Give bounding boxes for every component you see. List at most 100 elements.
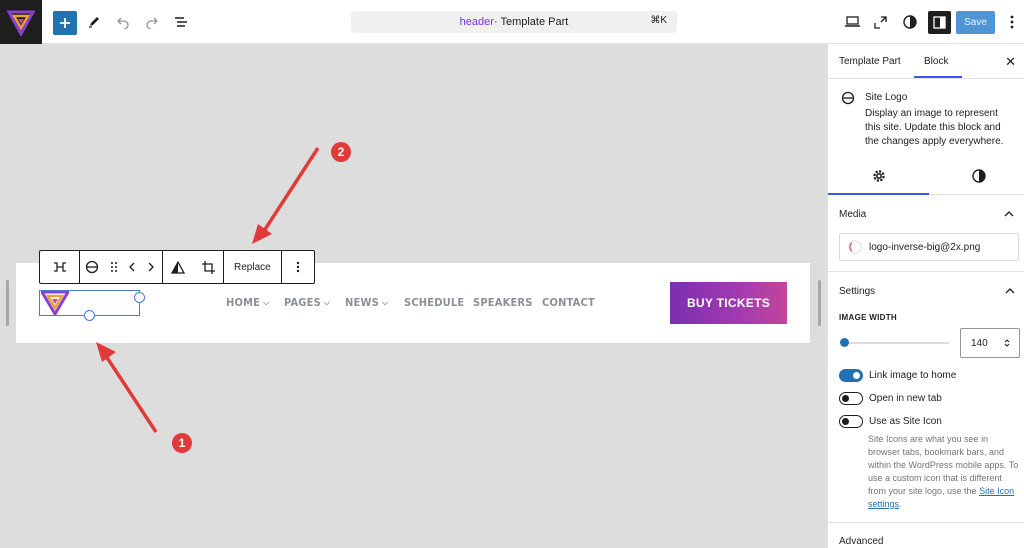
nav-item-label: NEWS: [345, 296, 379, 309]
replace-button[interactable]: Replace: [224, 251, 281, 283]
nav-item-label: HOME: [226, 296, 261, 309]
duotone-icon: [171, 260, 185, 274]
document-overview-button[interactable]: [169, 10, 193, 34]
undo-icon: [117, 17, 129, 29]
list-view-icon: [175, 17, 187, 27]
stepper-arrows-icon[interactable]: [1004, 338, 1010, 348]
pencil-icon: [89, 17, 99, 28]
toggle-knob: [842, 418, 849, 425]
image-width-slider-thumb[interactable]: [840, 338, 849, 347]
nav-item-label: SCHEDULE: [404, 296, 465, 309]
crop-button[interactable]: [193, 251, 223, 283]
canvas-resize-handle-right[interactable]: [818, 280, 821, 326]
contrast-icon: [903, 15, 917, 29]
editor-top-bar: header · Template Part ⌘K Save: [0, 0, 1024, 44]
image-width-value: 140: [971, 337, 988, 349]
logo-resize-handle-bottom[interactable]: [84, 310, 95, 321]
move-right-button[interactable]: [140, 251, 162, 283]
tab-template-part[interactable]: Template Part: [839, 56, 901, 67]
nav-item-news[interactable]: NEWS ⌵: [345, 296, 388, 309]
site-logo-icon: [7, 10, 35, 36]
buy-tickets-button[interactable]: BUY TICKETS: [670, 282, 787, 324]
arrow-1-head: [96, 342, 116, 362]
crop-icon: [201, 260, 215, 274]
advanced-panel-header[interactable]: Advanced: [828, 522, 1024, 548]
nav-item-home[interactable]: HOME ⌵: [226, 296, 269, 309]
drag-icon: [111, 262, 117, 272]
media-panel-title: Media: [839, 209, 867, 220]
link-to-home-toggle[interactable]: [839, 369, 863, 382]
tab-block[interactable]: Block: [924, 56, 948, 67]
image-width-slider-track[interactable]: [841, 342, 949, 344]
sidebar-icon: [933, 16, 946, 29]
use-as-site-icon-toggle[interactable]: [839, 415, 863, 428]
arrow-1: [104, 355, 158, 433]
site-logo-home-button[interactable]: [0, 0, 42, 44]
block-inspector-tabs: [828, 159, 1024, 195]
plus-icon: [60, 18, 70, 28]
nav-item-contact[interactable]: CONTACT: [542, 296, 595, 309]
settings-panel-header[interactable]: Settings: [828, 271, 1024, 311]
toolbar-group-block: [80, 251, 163, 283]
contrast-icon[interactable]: [972, 169, 986, 183]
block-options-button[interactable]: [282, 251, 314, 283]
block-type-button[interactable]: [80, 251, 104, 283]
command-shortcut: ⌘K: [650, 15, 667, 26]
save-button[interactable]: Save: [956, 11, 995, 34]
tools-button[interactable]: [82, 10, 106, 34]
media-file-button[interactable]: logo-inverse-big@2x.png: [839, 233, 1019, 261]
parent-block-icon: [53, 262, 66, 272]
nav-item-pages[interactable]: PAGES ⌵: [284, 296, 330, 309]
more-vertical-icon: [1010, 15, 1014, 29]
link-to-home-label: Link image to home: [869, 370, 957, 381]
drag-handle[interactable]: [104, 251, 124, 283]
active-tab-indicator: [914, 76, 962, 78]
device-preview-button[interactable]: [840, 10, 864, 34]
use-as-site-icon-label: Use as Site Icon: [869, 416, 942, 427]
site-logo-block[interactable]: [39, 290, 145, 321]
open-new-tab-toggle[interactable]: [839, 392, 863, 405]
document-title-type: · Template Part: [493, 16, 569, 28]
nav-item-speakers[interactable]: SPEAKERS: [473, 296, 533, 309]
move-left-button[interactable]: [124, 251, 140, 283]
chevron-down-icon: ⌵: [263, 297, 270, 307]
gear-icon[interactable]: [872, 169, 886, 183]
image-width-input[interactable]: 140: [960, 328, 1020, 358]
open-new-tab-label: Open in new tab: [869, 393, 942, 404]
close-icon[interactable]: ✕: [1005, 54, 1016, 70]
site-logo-image: [41, 291, 69, 315]
media-file-name: logo-inverse-big@2x.png: [869, 241, 981, 253]
logo-resize-handle-right[interactable]: [134, 292, 145, 303]
editor-canvas[interactable]: HOME ⌵ PAGES ⌵ NEWS ⌵ SCHEDULE SPEAKERS CON…: [0, 44, 827, 548]
toolbar-group-options: [282, 251, 314, 283]
options-menu-button[interactable]: [1000, 10, 1024, 34]
redo-button[interactable]: [140, 10, 164, 34]
view-link-button[interactable]: [868, 10, 892, 34]
image-thumbnail-icon: [848, 240, 862, 254]
settings-panel-title: Settings: [839, 286, 876, 297]
site-icon-help-text: Site Icons are what you see in browser t…: [868, 433, 1020, 511]
undo-button[interactable]: [111, 10, 135, 34]
toggle-knob: [842, 395, 849, 402]
annotation-badge-2: 2: [331, 142, 351, 162]
duotone-button[interactable]: [163, 251, 193, 283]
styles-button[interactable]: [898, 10, 922, 34]
annotation-badge-1: 1: [172, 433, 192, 453]
nav-item-schedule[interactable]: SCHEDULE: [404, 296, 464, 309]
block-title: Site Logo: [865, 92, 908, 103]
select-parent-button[interactable]: [40, 251, 79, 283]
nav-item-label: PAGES: [284, 296, 321, 309]
block-toolbar: Replace: [39, 250, 315, 284]
canvas-resize-handle-left[interactable]: [6, 280, 9, 326]
arrow-2: [260, 147, 320, 235]
help-text-end: .: [899, 499, 902, 509]
more-vertical-icon: [296, 261, 299, 273]
add-block-button[interactable]: [53, 11, 77, 35]
chevron-left-icon: [129, 262, 135, 272]
media-panel-header[interactable]: Media: [828, 195, 1024, 235]
site-logo-block-icon: [85, 260, 99, 274]
chevron-down-icon: ⌵: [323, 297, 331, 307]
settings-sidebar-toggle[interactable]: [928, 11, 951, 34]
command-palette-bar[interactable]: header · Template Part ⌘K: [351, 11, 677, 33]
document-title-part: header: [459, 16, 494, 28]
